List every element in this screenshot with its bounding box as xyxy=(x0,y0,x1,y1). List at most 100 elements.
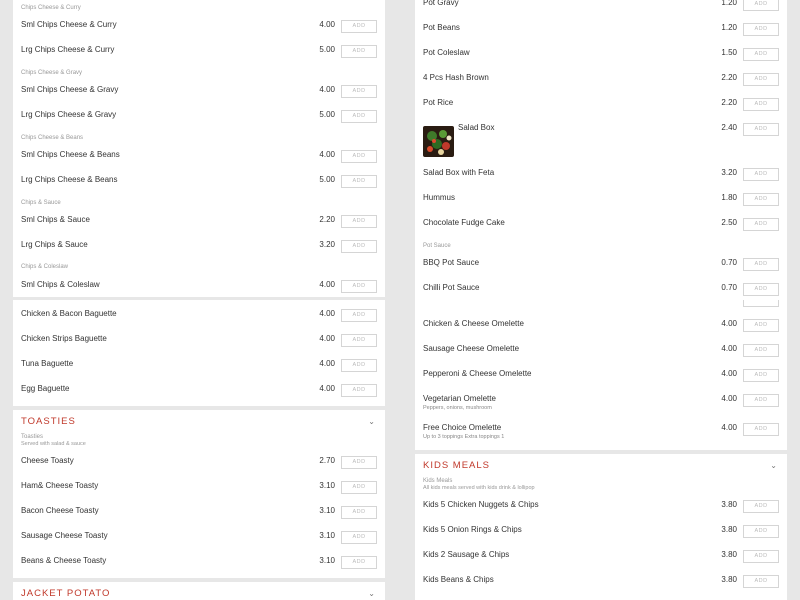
item-price: 3.80 xyxy=(721,575,737,584)
section-note: All kids meals served with kids drink & … xyxy=(423,485,535,491)
item-price: 4.00 xyxy=(319,20,335,29)
item-price: 3.10 xyxy=(319,531,335,540)
menu-item: Salad Box 2.40 ADD xyxy=(415,123,787,159)
item-name: Pot Gravy xyxy=(423,0,459,7)
item-price: 5.00 xyxy=(319,45,335,54)
add-button[interactable]: ADD xyxy=(341,334,377,347)
item-price: 4.00 xyxy=(721,319,737,328)
item-name: Cheese Toasty xyxy=(21,456,74,465)
item-name: Chicken Strips Baguette xyxy=(21,334,107,343)
item-price: 0.70 xyxy=(721,258,737,267)
menu-item: Sml Chips & Sauce 2.20 ADD xyxy=(13,215,385,240)
add-button[interactable]: ADD xyxy=(743,123,779,136)
add-button[interactable]: ADD xyxy=(743,218,779,231)
item-price: 5.00 xyxy=(319,175,335,184)
item-price: 4.00 xyxy=(721,423,737,432)
item-price: 1.20 xyxy=(721,23,737,32)
add-button[interactable]: ADD xyxy=(743,193,779,206)
add-button[interactable]: ADD xyxy=(743,575,779,588)
add-button[interactable]: ADD xyxy=(743,369,779,382)
add-button[interactable]: ADD xyxy=(341,150,377,163)
menu-item: Sml Chips & Coleslaw 4.00 ADD xyxy=(13,280,385,297)
menu-item: Chicken Strips Baguette 4.00 ADD xyxy=(13,334,385,359)
add-button[interactable]: ADD xyxy=(743,319,779,332)
menu-item: Hummus 1.80 ADD xyxy=(415,193,787,218)
add-button[interactable]: ADD xyxy=(743,283,779,296)
item-name: Pepperoni & Cheese Omelette xyxy=(423,369,532,378)
add-button[interactable]: ADD xyxy=(341,481,377,494)
add-button[interactable]: ADD xyxy=(743,73,779,86)
add-button[interactable]: ADD xyxy=(743,500,779,513)
menu-item: Sausage Cheese Omelette 4.00 ADD xyxy=(415,344,787,369)
add-button[interactable]: ADD xyxy=(341,280,377,293)
add-button[interactable]: ADD xyxy=(341,45,377,58)
item-price: 1.20 xyxy=(721,0,737,7)
menu-item: 4 Pcs Hash Brown 2.20 ADD xyxy=(415,73,787,98)
add-button[interactable]: ADD xyxy=(743,98,779,111)
item-name: Kids 5 Onion Rings & Chips xyxy=(423,525,522,534)
menu-item: Pot Beans 1.20 ADD xyxy=(415,23,787,48)
chevron-down-icon[interactable]: ⌄ xyxy=(770,461,777,471)
add-button[interactable]: ADD xyxy=(341,20,377,33)
add-button[interactable]: ADD xyxy=(341,359,377,372)
add-button[interactable]: ADD xyxy=(743,0,779,11)
add-button[interactable]: ADD xyxy=(743,423,779,436)
add-button[interactable]: ADD xyxy=(743,23,779,36)
group-label: Chips Cheese & Gravy xyxy=(21,70,83,76)
item-name: Pot Rice xyxy=(423,98,454,107)
menu-item: Kids 2 Sausage & Chips 3.80 ADD xyxy=(415,550,787,575)
item-price: 3.20 xyxy=(721,168,737,177)
add-button[interactable]: ADD xyxy=(341,456,377,469)
item-price: 4.00 xyxy=(319,280,335,289)
group-label: Chips Cheese & Curry xyxy=(21,5,81,11)
add-button[interactable]: ADD xyxy=(743,550,779,563)
add-button[interactable]: ADD xyxy=(743,168,779,181)
item-name: Ham& Cheese Toasty xyxy=(21,481,99,490)
add-button[interactable]: ADD xyxy=(341,175,377,188)
add-button[interactable]: ADD xyxy=(341,309,377,322)
item-price: 4.00 xyxy=(319,150,335,159)
section-header-kids-meals[interactable]: KIDS MEALS xyxy=(423,460,490,472)
item-name: Free Choice Omelette xyxy=(423,423,502,432)
add-button[interactable]: ADD xyxy=(743,525,779,538)
add-button-partial[interactable] xyxy=(743,300,779,307)
item-price: 4.00 xyxy=(319,334,335,343)
add-button[interactable]: ADD xyxy=(341,215,377,228)
salad-box-image[interactable] xyxy=(423,126,454,157)
add-button[interactable]: ADD xyxy=(743,48,779,61)
sides-panel: Pot Gravy 1.20 ADD Pot Beans 1.20 ADD Pot Co… xyxy=(415,0,787,303)
section-header-toasties[interactable]: TOASTIES xyxy=(21,416,76,428)
item-price: 2.20 xyxy=(319,215,335,224)
add-button[interactable]: ADD xyxy=(341,556,377,569)
add-button[interactable]: ADD xyxy=(341,110,377,123)
item-name: Sml Chips & Coleslaw xyxy=(21,280,100,289)
section-header-jacket-potato[interactable]: JACKET POTATO xyxy=(21,588,110,600)
menu-item: Chicken & Cheese Omelette 4.00 ADD xyxy=(415,319,787,344)
item-name: Chicken & Bacon Baguette xyxy=(21,309,117,318)
add-button[interactable]: ADD xyxy=(743,258,779,271)
item-name: Pot Coleslaw xyxy=(423,48,470,57)
item-price: 3.80 xyxy=(721,550,737,559)
item-name: Sausage Cheese Omelette xyxy=(423,344,520,353)
item-price: 1.50 xyxy=(721,48,737,57)
add-button[interactable]: ADD xyxy=(341,240,377,253)
chevron-down-icon[interactable]: ⌄ xyxy=(368,417,375,427)
add-button[interactable]: ADD xyxy=(341,85,377,98)
chevron-down-icon[interactable]: ⌄ xyxy=(368,589,375,599)
add-button[interactable]: ADD xyxy=(341,506,377,519)
kids-meals-panel: KIDS MEALS ⌄ Kids Meals All kids meals s… xyxy=(415,454,787,600)
add-button[interactable]: ADD xyxy=(341,531,377,544)
item-price: 2.50 xyxy=(721,218,737,227)
menu-item: Kids Beans & Chips 3.80 ADD xyxy=(415,575,787,600)
item-price: 1.80 xyxy=(721,193,737,202)
item-name: Lrg Chips Cheese & Gravy xyxy=(21,110,117,119)
menu-item: Pot Gravy 1.20 ADD xyxy=(415,0,787,23)
item-name: Kids 5 Chicken Nuggets & Chips xyxy=(423,500,539,509)
item-name: Kids Beans & Chips xyxy=(423,575,494,584)
add-button[interactable]: ADD xyxy=(743,344,779,357)
menu-item: Cheese Toasty 2.70 ADD xyxy=(13,456,385,481)
menu-item: Vegetarian Omelette Peppers, onions, mush… xyxy=(415,394,787,422)
add-button[interactable]: ADD xyxy=(743,394,779,407)
add-button[interactable]: ADD xyxy=(341,384,377,397)
item-name: Lrg Chips & Sauce xyxy=(21,240,88,249)
